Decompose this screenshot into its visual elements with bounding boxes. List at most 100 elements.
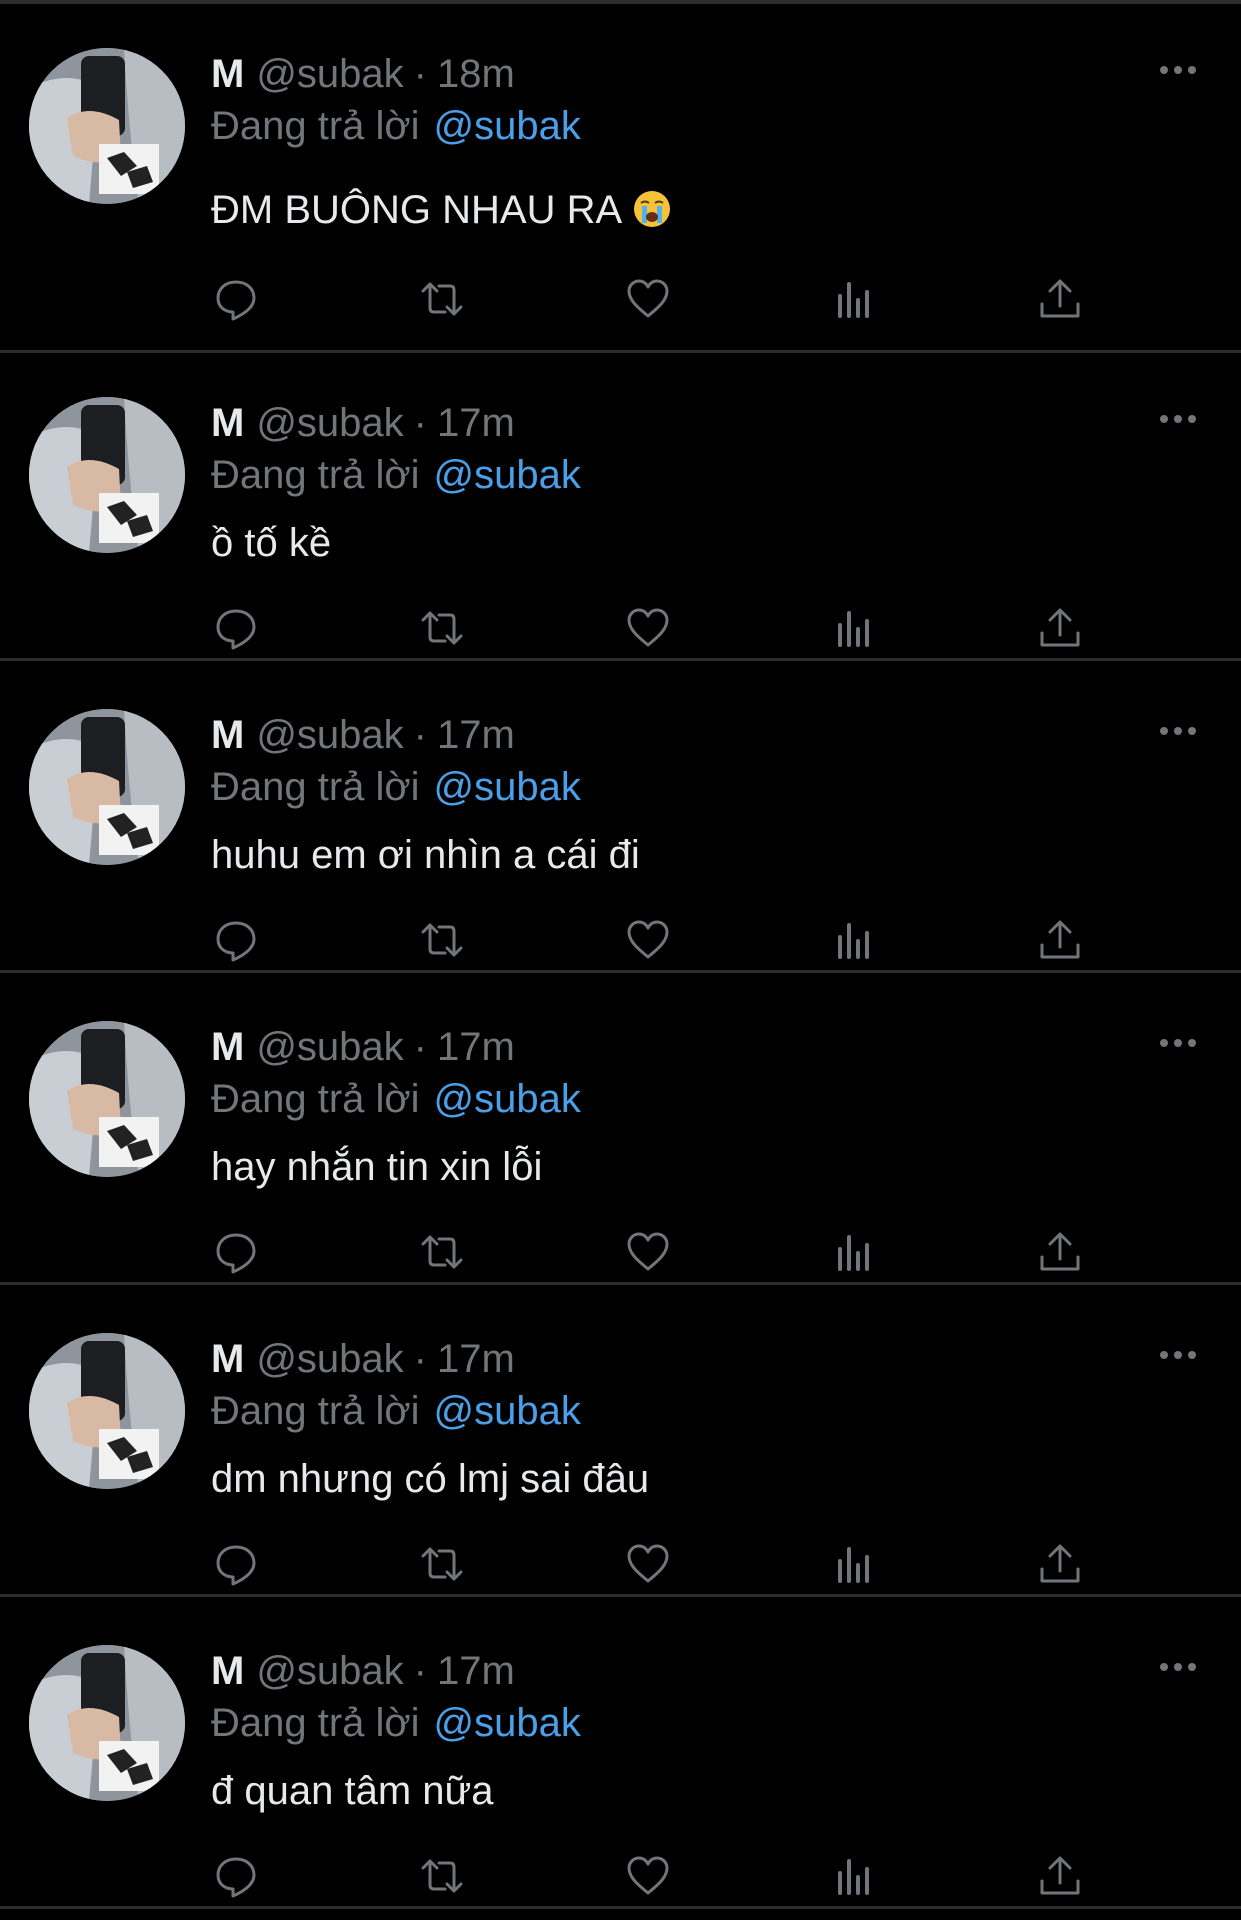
more-options-button[interactable] [1158, 60, 1198, 80]
bar-chart-icon [838, 1859, 869, 1895]
replying-to-handle-link[interactable]: @subak [434, 1701, 581, 1745]
heart-icon [627, 279, 669, 318]
retweet-button[interactable] [417, 915, 467, 965]
tweet-actions [211, 915, 1111, 975]
author-name[interactable]: M [211, 1337, 244, 1381]
share-button[interactable] [1035, 1851, 1085, 1901]
share-icon [1040, 1544, 1080, 1583]
tweet-text-content: ĐM BUÔNG NHAU RA [211, 188, 623, 232]
author-handle[interactable]: @subak [256, 1025, 403, 1069]
speech-bubble-icon [216, 1857, 256, 1898]
more-options-button[interactable] [1158, 1657, 1198, 1677]
avatar[interactable] [29, 48, 185, 204]
timestamp[interactable]: 17m [437, 1337, 515, 1381]
retweet-button[interactable] [417, 1539, 467, 1589]
share-button[interactable] [1035, 603, 1085, 653]
like-button[interactable] [623, 915, 673, 965]
tweet-item[interactable]: M @subak · 17m Đang trả lời @subak ồ tố kề [0, 353, 1241, 661]
author-handle[interactable]: @subak [256, 401, 403, 445]
tweet-header: M @subak · 17m [211, 397, 515, 449]
author-name[interactable]: M [211, 401, 244, 445]
share-icon [1040, 1856, 1080, 1895]
separator-dot: · [413, 52, 427, 96]
share-button[interactable] [1035, 915, 1085, 965]
retweet-button[interactable] [417, 603, 467, 653]
more-dots-icon [1160, 1039, 1196, 1047]
avatar-image [29, 1333, 185, 1489]
timestamp[interactable]: 17m [437, 1649, 515, 1693]
tweet-item[interactable]: M @subak · 18m Đang trả lời @subak ĐM BUÔNG … [0, 4, 1241, 353]
reply-button[interactable] [211, 1539, 261, 1589]
replying-to-handle-link[interactable]: @subak [434, 453, 581, 497]
author-name[interactable]: M [211, 713, 244, 757]
replying-to-label: Đang trả lời [211, 1077, 420, 1121]
more-dots-icon [1160, 1351, 1196, 1359]
reply-button[interactable] [211, 915, 261, 965]
separator-dot: · [413, 401, 427, 445]
reply-thread-feed: M @subak · 18m Đang trả lời @subak ĐM BUÔNG … [0, 0, 1241, 1920]
tweet-item[interactable]: M @subak · 17m Đang trả lời @subak huhu em ơ… [0, 665, 1241, 973]
more-options-button[interactable] [1158, 1345, 1198, 1365]
timestamp[interactable]: 17m [437, 713, 515, 757]
views-button[interactable] [829, 915, 879, 965]
avatar[interactable] [29, 1333, 185, 1489]
share-button[interactable] [1035, 1539, 1085, 1589]
retweet-button[interactable] [417, 1227, 467, 1277]
like-button[interactable] [623, 1227, 673, 1277]
replying-to-label: Đang trả lời [211, 104, 420, 148]
tweet-text: hay nhắn tin xin lỗi [211, 1145, 543, 1189]
replying-to: Đang trả lời @subak [211, 761, 581, 813]
author-name[interactable]: M [211, 1649, 244, 1693]
reply-button[interactable] [211, 1227, 261, 1277]
replying-to-label: Đang trả lời [211, 1389, 420, 1433]
avatar[interactable] [29, 1645, 185, 1801]
tweet-header: M @subak · 17m [211, 709, 515, 761]
more-dots-icon [1160, 66, 1196, 74]
like-button[interactable] [623, 603, 673, 653]
avatar[interactable] [29, 709, 185, 865]
author-handle[interactable]: @subak [256, 52, 403, 96]
author-handle[interactable]: @subak [256, 1337, 403, 1381]
replying-to-handle-link[interactable]: @subak [434, 1389, 581, 1433]
avatar[interactable] [29, 397, 185, 553]
more-options-button[interactable] [1158, 409, 1198, 429]
tweet-item[interactable]: M @subak · 17m Đang trả lời @subak đ quan tâ… [0, 1601, 1241, 1909]
tweet-item[interactable]: M @subak · 17m Đang trả lời @subak dm nhưng … [0, 1289, 1241, 1597]
tweet-text: ĐM BUÔNG NHAU RA [211, 184, 672, 236]
views-button[interactable] [829, 1539, 879, 1589]
like-button[interactable] [623, 1851, 673, 1901]
replying-to-label: Đang trả lời [211, 1701, 420, 1745]
timestamp[interactable]: 17m [437, 1025, 515, 1069]
author-name[interactable]: M [211, 1025, 244, 1069]
replying-to-handle-link[interactable]: @subak [434, 1077, 581, 1121]
retweet-button[interactable] [417, 274, 467, 324]
timestamp[interactable]: 17m [437, 401, 515, 445]
share-button[interactable] [1035, 1227, 1085, 1277]
views-button[interactable] [829, 1851, 879, 1901]
author-handle[interactable]: @subak [256, 713, 403, 757]
heart-icon [627, 1544, 669, 1583]
avatar[interactable] [29, 1021, 185, 1177]
like-button[interactable] [623, 274, 673, 324]
views-button[interactable] [829, 1227, 879, 1277]
like-button[interactable] [623, 1539, 673, 1589]
reply-button[interactable] [211, 1851, 261, 1901]
views-button[interactable] [829, 603, 879, 653]
replying-to-handle-link[interactable]: @subak [434, 765, 581, 809]
more-options-button[interactable] [1158, 721, 1198, 741]
author-name[interactable]: M [211, 52, 244, 96]
reply-button[interactable] [211, 603, 261, 653]
reply-button[interactable] [211, 274, 261, 324]
author-handle[interactable]: @subak [256, 1649, 403, 1693]
timestamp[interactable]: 18m [437, 52, 515, 96]
retweet-button[interactable] [417, 1851, 467, 1901]
tweet-header: M @subak · 17m [211, 1645, 515, 1697]
replying-to-handle-link[interactable]: @subak [434, 104, 581, 148]
tweet-actions [211, 603, 1111, 663]
more-options-button[interactable] [1158, 1033, 1198, 1053]
share-button[interactable] [1035, 274, 1085, 324]
tweet-item[interactable]: M @subak · 17m Đang trả lời @subak hay nhắn … [0, 977, 1241, 1285]
bar-chart-icon [838, 923, 869, 959]
views-button[interactable] [829, 274, 879, 324]
replying-to: Đang trả lời @subak [211, 1385, 581, 1437]
